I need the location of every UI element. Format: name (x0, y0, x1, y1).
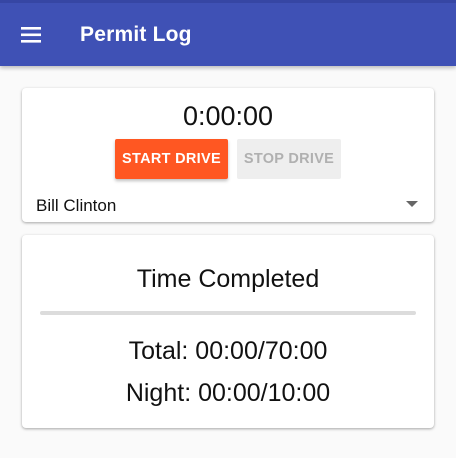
page-title: Permit Log (80, 23, 192, 46)
progress-bar (40, 311, 416, 315)
night-hours-label: Night: 00:00/10:00 (125, 379, 331, 407)
time-completed-title: Time Completed (136, 265, 320, 293)
menu-button[interactable] (14, 20, 48, 50)
timer-card: 0:00:00 START DRIVE STOP DRIVE Bill Clin… (22, 88, 434, 222)
driver-select[interactable]: Bill Clinton (36, 192, 418, 218)
time-completed-card: Time Completed Total: 00:00/70:00 Night:… (22, 235, 434, 428)
hamburger-menu-icon (14, 20, 48, 50)
app-bar: Permit Log (0, 0, 456, 66)
elapsed-timer: 0:00:00 (182, 101, 274, 131)
driver-select-value: Bill Clinton (36, 196, 117, 215)
stop-drive-button[interactable]: STOP DRIVE (237, 139, 341, 179)
status-strip (0, 0, 456, 3)
start-drive-button[interactable]: START DRIVE (115, 139, 228, 179)
total-hours-label: Total: 00:00/70:00 (128, 337, 328, 365)
caret-down-icon[interactable] (406, 201, 418, 207)
